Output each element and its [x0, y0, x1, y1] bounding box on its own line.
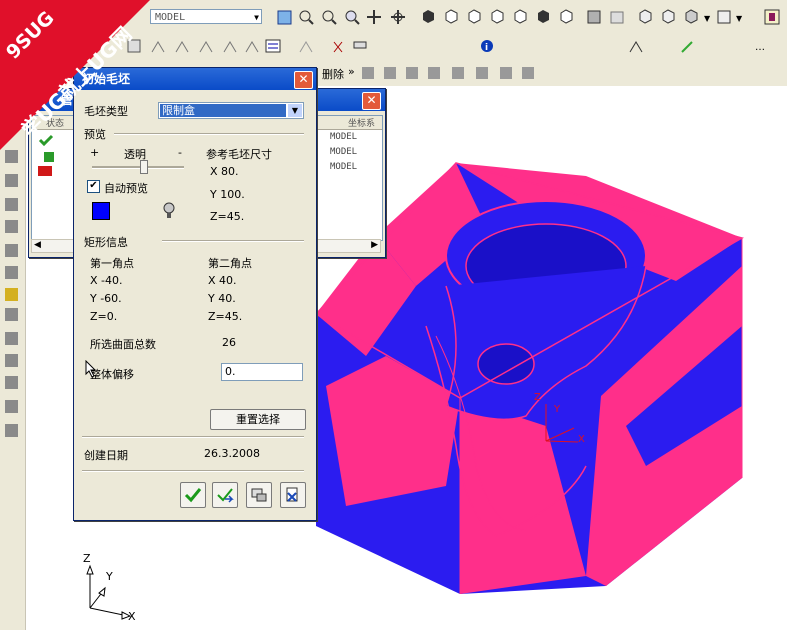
mouse-cursor-icon [85, 360, 97, 378]
svg-text:i: i [485, 43, 488, 53]
apply-icon [217, 488, 234, 503]
color-swatch[interactable] [92, 202, 110, 220]
spline-icon[interactable] [223, 41, 237, 53]
buttons-separator [82, 470, 304, 472]
col-coord-header[interactable]: 坐标系 [348, 116, 375, 129]
corner1-label: 第一角点 [90, 257, 134, 270]
ref-size-z: Z=45. [210, 210, 245, 223]
slider-thumb[interactable] [140, 160, 148, 174]
op-red-icon [38, 166, 52, 176]
shaded-icon[interactable] [587, 10, 601, 24]
creation-date-label: 创建日期 [84, 449, 128, 462]
blank-type-select[interactable]: 限制盒 ▼ [158, 102, 304, 119]
arc-icon[interactable] [199, 41, 213, 53]
auto-preview-checkbox[interactable]: ✔ [87, 180, 100, 193]
fit-view-icon[interactable] [277, 10, 292, 25]
list-icon[interactable] [265, 39, 281, 53]
cancel-icon [286, 487, 298, 502]
view-front-icon[interactable] [468, 9, 481, 24]
view-back-icon[interactable] [560, 9, 573, 24]
dialog-close-button[interactable]: ✕ [294, 71, 313, 89]
surface-count-value: 26 [222, 336, 236, 349]
point-icon[interactable] [151, 41, 165, 53]
edge-display-icon[interactable] [662, 9, 675, 24]
ref-size-label: 参考毛坯尺寸 [206, 148, 272, 161]
analysis-icon[interactable] [629, 41, 643, 53]
cancel-button[interactable] [280, 482, 306, 508]
tool-icon[interactable] [333, 41, 343, 53]
reset-selection-button[interactable]: 重置选择 [210, 409, 306, 430]
date-separator [82, 436, 304, 438]
view-left-icon[interactable] [514, 9, 527, 24]
lightbulb-icon[interactable] [162, 202, 176, 220]
op-green-icon [44, 152, 54, 162]
transparency-minus: - [178, 146, 182, 159]
wcs-x-label: X [578, 434, 585, 445]
navigator-close-button[interactable]: ✕ [362, 92, 381, 110]
apply-button[interactable] [212, 482, 238, 508]
wcs-z-label: Z [534, 392, 541, 403]
edit-curve-icon[interactable] [299, 41, 313, 53]
chevron-down-icon[interactable]: ▼ [288, 104, 302, 117]
surface-count-label: 所选曲面总数 [90, 338, 156, 351]
row-coord: MODEL [330, 147, 358, 157]
corner2-z: Z=45. [208, 310, 243, 323]
pan-icon[interactable] [367, 10, 381, 24]
curve-icon[interactable] [245, 41, 259, 53]
corner2-y: Y 40. [208, 292, 236, 305]
triad-y-label: Y [106, 570, 113, 583]
line-icon[interactable] [175, 41, 189, 53]
scroll-left-icon[interactable]: ◀ [34, 240, 41, 250]
rect-info-separator [162, 240, 304, 242]
operation-icons[interactable] [362, 67, 534, 79]
transparency-slider[interactable] [92, 160, 184, 174]
more-icon[interactable]: … [755, 42, 765, 53]
machine-icon[interactable] [353, 41, 367, 49]
material-icon[interactable] [764, 9, 780, 25]
left-toolbar [0, 86, 26, 630]
corner2-label: 第二角点 [208, 257, 252, 270]
svg-text:▼: ▼ [736, 14, 743, 23]
scroll-right-icon[interactable]: ▶ [371, 240, 378, 250]
left-toolbar-icons [5, 150, 18, 437]
offset-input[interactable]: 0. [221, 363, 303, 381]
render-style-icon[interactable] [639, 9, 652, 24]
corner2-x: X 40. [208, 274, 237, 287]
magnify-icon[interactable] [345, 10, 360, 25]
view-iso-icon[interactable] [423, 10, 434, 23]
display-button[interactable] [246, 482, 272, 508]
auto-preview-label: 自动预览 [104, 182, 148, 195]
view-bottom-icon[interactable] [538, 10, 549, 23]
info-icon[interactable]: i [481, 40, 493, 53]
view-top-icon[interactable] [445, 9, 458, 24]
corner1-x: X -40. [90, 274, 123, 287]
svg-text:▼: ▼ [704, 14, 711, 23]
ok-button[interactable] [180, 482, 206, 508]
display-icon [251, 488, 267, 502]
hidden-edges-icon[interactable]: ▼ [685, 9, 711, 24]
zoom-region-icon[interactable] [299, 10, 314, 25]
corner1-y: Y -60. [90, 292, 122, 305]
corner1-z: Z=0. [90, 310, 118, 323]
zoom-icon[interactable] [322, 10, 337, 25]
view-right-icon[interactable] [491, 9, 504, 24]
ref-size-y: Y 100. [210, 188, 245, 201]
layer-icon[interactable] [681, 41, 693, 53]
creation-date-value: 26.3.2008 [204, 447, 260, 460]
wcs-y-label: Y [554, 404, 561, 415]
section-view-icon[interactable]: ▼ [717, 10, 743, 24]
blank-type-value: 限制盒 [160, 104, 286, 117]
triad-x-label: X [128, 610, 136, 623]
ref-size-x: X 80. [210, 165, 239, 178]
wireframe-icon[interactable] [610, 11, 624, 24]
svg-text:…: … [755, 42, 765, 53]
navigator-row[interactable]: MODEL MODEL MODEL [330, 132, 357, 177]
check-icon [184, 488, 202, 503]
left-tool-icon[interactable] [5, 150, 18, 437]
rotate-icon[interactable] [391, 10, 405, 24]
rect-info-section-label: 矩形信息 [84, 236, 128, 249]
triad-z-label: Z [83, 552, 91, 565]
row-coord: MODEL [330, 162, 358, 172]
row-coord: MODEL [330, 132, 358, 142]
